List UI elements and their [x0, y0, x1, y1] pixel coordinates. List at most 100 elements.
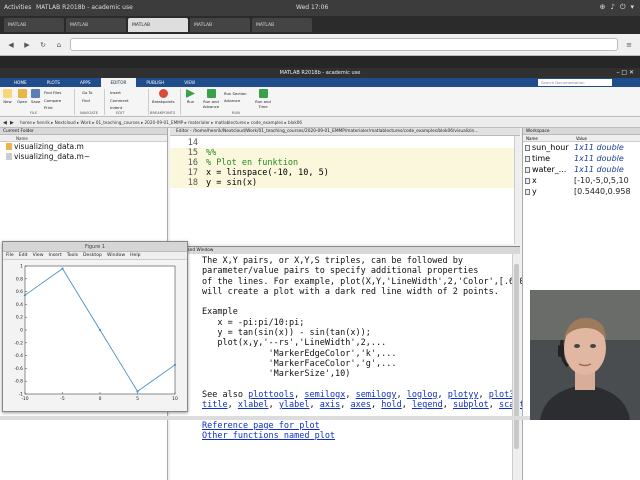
tab-plots[interactable]: PLOTS	[37, 78, 70, 87]
minimize-icon[interactable]: –	[616, 69, 619, 76]
workspace-variable[interactable]: sun_hour 1x11 double	[523, 142, 640, 153]
run-and-time-button[interactable]: Run and Time	[254, 89, 272, 109]
file-item[interactable]: visualizing_data.m	[0, 142, 167, 152]
data-point	[98, 328, 102, 332]
browser-tab[interactable]: MATLAB	[4, 18, 64, 32]
indent-button[interactable]: Indent	[110, 105, 122, 110]
doc-link-loglog[interactable]: loglog	[407, 390, 438, 400]
doc-link-title[interactable]: title	[202, 400, 228, 410]
run-button[interactable]: Run	[186, 89, 195, 104]
figure-menu-desktop[interactable]: Desktop	[83, 252, 102, 259]
run-advance-icon	[206, 89, 216, 98]
doc-link-semilogy[interactable]: semilogy	[356, 390, 397, 400]
variable-value: 1x11 double	[574, 143, 624, 152]
column-header-name[interactable]: Name	[523, 135, 573, 141]
editor-scrollbar[interactable]	[514, 136, 520, 244]
doc-link-semilogx[interactable]: semilogx	[304, 390, 345, 400]
tab-apps[interactable]: APPS	[70, 78, 101, 87]
section-run-label: RUN	[232, 111, 240, 115]
doc-link-plottools[interactable]: plottools	[248, 390, 294, 400]
variable-name-text: y	[532, 187, 537, 196]
open-button[interactable]: Open	[17, 89, 27, 104]
command-scrollbar[interactable]	[512, 254, 520, 480]
figure-menu-view[interactable]: View	[33, 252, 44, 259]
doc-link-subplot[interactable]: subplot	[453, 400, 489, 410]
browser-tab[interactable]: MATLAB	[66, 18, 126, 32]
reload-icon[interactable]: ↻	[38, 40, 48, 50]
y-tick-label: -0.8	[14, 379, 23, 385]
print-button[interactable]: Print	[44, 105, 53, 110]
tab-home[interactable]: HOME	[4, 78, 37, 87]
home-icon[interactable]: ⌂	[54, 40, 64, 50]
clock[interactable]: Wed 17:06	[296, 4, 328, 11]
workspace-variable[interactable]: y [0.5440,0.958	[523, 186, 640, 197]
save-button[interactable]: Save	[31, 89, 40, 104]
go-to-button[interactable]: Go To	[82, 90, 92, 95]
figure-menu-file[interactable]: File	[6, 252, 14, 259]
back-icon[interactable]: ◀	[3, 118, 7, 127]
insert-button[interactable]: Insert	[110, 90, 121, 95]
code-area[interactable]: 14 15 %% 16 % Plot en funktion 17 x = li…	[170, 136, 520, 244]
compare-button[interactable]: Compare	[44, 98, 61, 103]
active-app-label[interactable]: MATLAB R2018b - academic use	[36, 4, 133, 11]
column-header-value[interactable]: Value	[573, 135, 587, 141]
breakpoint-icon	[158, 89, 168, 98]
figure-menu-tools[interactable]: Tools	[67, 252, 78, 259]
tab-publish[interactable]: PUBLISH	[136, 78, 174, 87]
browser-tab-active[interactable]: MATLAB	[128, 18, 188, 32]
current-path: home ▸ henrik ▸ Nextcloud ▸ Work ▸ 01_te…	[20, 120, 303, 125]
file-item[interactable]: visualizing_data.m~	[0, 152, 167, 162]
breakpoints-button[interactable]: Breakpoints	[152, 89, 175, 104]
workspace-variable[interactable]: water_... 1x11 double	[523, 164, 640, 175]
workspace-variable[interactable]: time 1x11 double	[523, 153, 640, 164]
forward-icon[interactable]: ▶	[22, 40, 32, 50]
url-bar[interactable]	[70, 38, 618, 51]
tab-view[interactable]: VIEW	[174, 78, 205, 87]
new-button[interactable]: New	[3, 89, 12, 104]
doc-link-hold[interactable]: hold	[381, 400, 401, 410]
new-file-icon	[3, 89, 12, 98]
doc-link-plot3[interactable]: plot3	[489, 390, 515, 400]
menu-icon[interactable]: ≡	[624, 40, 634, 50]
activities-button[interactable]: Activities	[4, 4, 31, 11]
maximize-icon[interactable]: □	[621, 69, 627, 76]
browser-tab[interactable]: MATLAB	[252, 18, 312, 32]
comment-button[interactable]: Comment	[110, 98, 129, 103]
other-link[interactable]: Other functions named plot	[202, 431, 335, 441]
doc-link-axes[interactable]: axes	[351, 400, 371, 410]
forward-icon[interactable]: ▶	[10, 118, 14, 127]
doc-link-xlabel[interactable]: xlabel	[238, 400, 269, 410]
scroll-thumb[interactable]	[514, 264, 519, 449]
figure-menu-window[interactable]: Window	[107, 252, 125, 259]
os-top-bar: Activities MATLAB R2018b - academic use …	[0, 0, 640, 16]
system-tray[interactable]: ⊕ ♪ ⏻ ▾	[600, 3, 634, 12]
figure-plot[interactable]: 10.80.60.40.20-0.2-0.4-0.6-0.8-1-10 -5 0 5 1…	[3, 260, 187, 410]
documentation-search-input[interactable]: Search Documentation	[538, 79, 612, 86]
command-window[interactable]: Command Window The X,Y pairs, or X,Y,S t…	[170, 246, 550, 480]
doc-link-axis[interactable]: axis	[320, 400, 340, 410]
run-section-button[interactable]: Run Section	[224, 91, 247, 96]
figure-menu-help[interactable]: Help	[130, 252, 140, 259]
window-controls[interactable]: – □ ✕	[616, 68, 634, 78]
close-icon[interactable]: ✕	[629, 69, 634, 76]
doc-link-ylabel[interactable]: ylabel	[279, 400, 310, 410]
find-button[interactable]: Find	[82, 98, 90, 103]
path-bar[interactable]: ◀ ▶ home ▸ henrik ▸ Nextcloud ▸ Work ▸ 0…	[0, 118, 640, 128]
code-line: 15 %%	[170, 148, 520, 158]
run-and-advance-button[interactable]: Run and Advance	[202, 89, 220, 109]
back-icon[interactable]: ◀	[6, 40, 16, 50]
doc-link-legend[interactable]: legend	[412, 400, 443, 410]
reference-link[interactable]: Reference page for plot	[202, 421, 320, 431]
figure-window[interactable]: Figure 1 File Edit View Insert Tools Desktop W…	[2, 241, 188, 412]
figure-menu-insert[interactable]: Insert	[49, 252, 62, 259]
advance-button[interactable]: Advance	[224, 98, 240, 103]
browser-tab-strip: MATLAB MATLAB MATLAB MATLAB MATLAB	[0, 16, 640, 34]
column-header-name[interactable]: Name	[0, 135, 167, 142]
doc-link-plotyy[interactable]: plotyy	[448, 390, 479, 400]
workspace-variable[interactable]: x [-10,-5,0,5,10	[523, 175, 640, 186]
tab-editor[interactable]: EDITOR	[100, 78, 137, 87]
figure-menu-edit[interactable]: Edit	[19, 252, 28, 259]
find-files-button[interactable]: Find Files	[44, 90, 61, 95]
code-line: 17 x = linspace(-10, 10, 5)	[170, 168, 520, 178]
browser-tab[interactable]: MATLAB	[190, 18, 250, 32]
